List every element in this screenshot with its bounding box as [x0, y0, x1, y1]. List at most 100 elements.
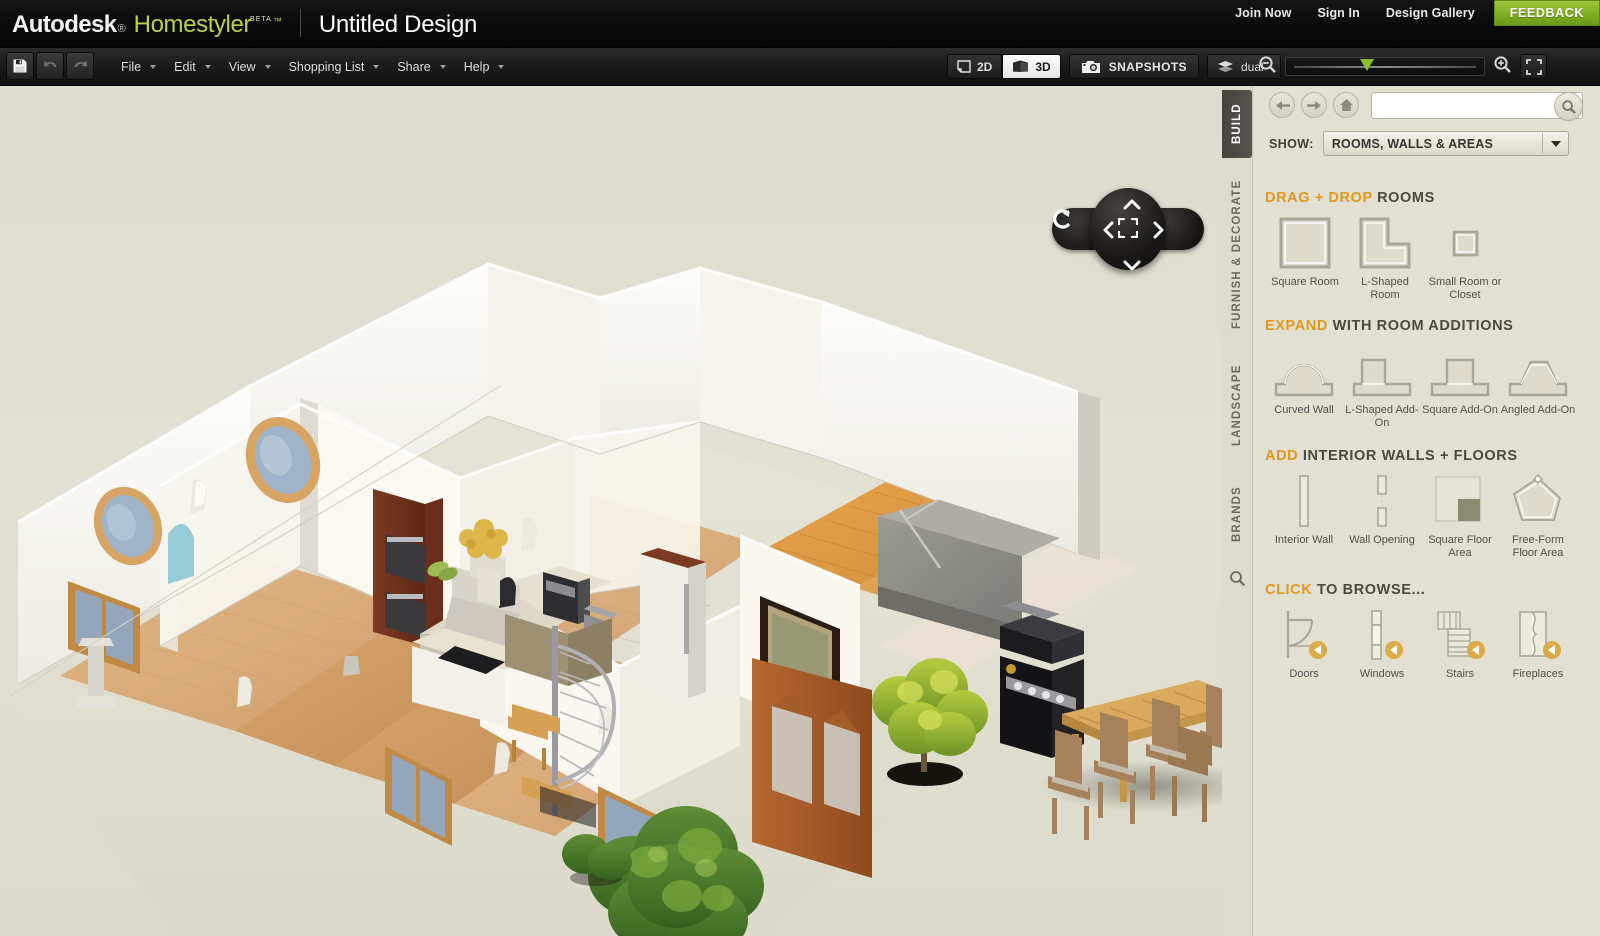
feedback-button[interactable]: FEEDBACK [1493, 0, 1600, 26]
document-title: Untitled Design [318, 11, 478, 38]
app-logo[interactable]: Autodesk ® Homestyler BETA ™ Untitled Desig… [12, 4, 477, 39]
catalog-search[interactable] [1371, 92, 1583, 121]
view-3d-button[interactable]: 3D [1002, 54, 1061, 79]
tool-interior-wall[interactable]: Interior Wall [1265, 474, 1343, 560]
tab-build-label: BUILD [1231, 103, 1243, 145]
search-input[interactable] [1378, 94, 1554, 117]
section-items: Curved Wall L-Shaped Add-On Square Add-O… [1265, 344, 1589, 430]
menu-shopping-list[interactable]: Shopping List [280, 54, 389, 80]
home-icon [1339, 99, 1353, 111]
section-items: Interior Wall Wall Opening Square Floor … [1265, 474, 1589, 560]
redo-button[interactable] [66, 52, 94, 80]
section-title-rest: WITH ROOM ADDITIONS [1332, 318, 1514, 334]
show-filter-row: SHOW: ROOMS, WALLS & AREAS [1269, 131, 1569, 156]
logo-beta-badge: BETA [250, 16, 272, 23]
view-navigation-compass[interactable] [1052, 188, 1204, 271]
search-submit-button[interactable] [1554, 92, 1583, 121]
l-shaped-addon-icon [1351, 344, 1413, 398]
show-filter-dropdown[interactable]: ROOMS, WALLS & AREAS [1322, 131, 1569, 156]
section-title-rest: TO BROWSE... [1316, 582, 1426, 598]
tool-caption: Small Room or Closet [1428, 276, 1502, 301]
tab-brands-label: BRANDS [1231, 486, 1243, 542]
tool-caption: Windows [1359, 668, 1405, 680]
panel-forward-button[interactable] [1301, 92, 1327, 118]
logo-divider [299, 9, 301, 37]
snapshots-button[interactable]: SNAPSHOTS [1068, 54, 1199, 79]
tool-caption: L-Shaped Add-On [1345, 404, 1419, 429]
design-gallery-link[interactable]: Design Gallery [1386, 6, 1475, 20]
tab-furnish-decorate-label: FURNISH & DECORATE [1231, 179, 1243, 329]
tool-caption: L-Shaped Room [1361, 276, 1409, 301]
tool-caption: Doors [1289, 668, 1319, 680]
section-items: Doors Windows Stairs Fireplaces [1265, 608, 1589, 681]
tab-landscape-label: LANDSCAPE [1231, 364, 1243, 446]
section-title-accent: ADD [1265, 448, 1299, 464]
design-canvas-3d[interactable] [0, 86, 1222, 936]
tool-angled-addon[interactable]: Angled Add-On [1499, 344, 1577, 430]
tool-l-shaped-addon[interactable]: L-Shaped Add-On [1343, 344, 1421, 430]
logo-trademark-mark: ™ [272, 16, 282, 26]
angled-addon-icon [1507, 344, 1569, 398]
floor-vase [237, 676, 252, 707]
panel-home-button[interactable] [1333, 92, 1359, 118]
snapshots-label: SNAPSHOTS [1108, 59, 1187, 74]
tool-curved-wall[interactable]: Curved Wall [1265, 344, 1343, 430]
menu-view[interactable]: View [220, 54, 280, 80]
arched-glass [168, 523, 194, 584]
square-room-icon [1278, 216, 1332, 270]
tool-caption: Curved Wall [1274, 404, 1334, 416]
pan-orb[interactable] [1090, 188, 1166, 271]
zoom-slider-thumb[interactable] [1360, 59, 1375, 71]
tool-stairs[interactable]: Stairs [1421, 608, 1499, 681]
menu-share[interactable]: Share [388, 54, 454, 80]
panel-back-button[interactable] [1269, 92, 1295, 118]
windows-icon [1354, 608, 1410, 662]
menu-edit[interactable]: Edit [165, 54, 220, 80]
tab-build[interactable]: BUILD [1222, 90, 1252, 158]
tab-search[interactable] [1222, 570, 1252, 587]
tool-l-shaped-room[interactable]: L-Shaped Room [1345, 216, 1425, 302]
section-title-accent: EXPAND [1265, 318, 1328, 334]
menu-file[interactable]: File [112, 54, 165, 80]
tool-doors[interactable]: Doors [1265, 608, 1343, 681]
free-form-floor-area-icon [1510, 474, 1566, 528]
brand-bar: Autodesk ® Homestyler BETA ™ Untitled Desig… [0, 0, 1600, 48]
view-2d-button[interactable]: 2D [947, 54, 1003, 79]
tab-brands[interactable]: BRANDS [1222, 472, 1252, 556]
tool-small-room[interactable]: Small Room or Closet [1425, 216, 1505, 302]
search-icon [1229, 571, 1245, 587]
save-button[interactable] [6, 52, 34, 80]
stairs-icon [1432, 608, 1488, 662]
tab-landscape[interactable]: LANDSCAPE [1222, 350, 1252, 460]
square-floor-area-icon [1433, 474, 1487, 528]
tool-wall-opening[interactable]: Wall Opening [1343, 474, 1421, 560]
tool-square-addon[interactable]: Square Add-On [1421, 344, 1499, 430]
tool-caption: Angled Add-On [1500, 404, 1576, 416]
tool-windows[interactable]: Windows [1343, 608, 1421, 681]
menu-share-label: Share [397, 60, 431, 74]
fullscreen-button[interactable] [1520, 54, 1547, 79]
pan-center-icon[interactable] [1118, 218, 1138, 238]
join-now-link[interactable]: Join Now [1235, 6, 1291, 20]
tool-caption: Stairs [1445, 668, 1475, 680]
arrow-right-icon [1306, 100, 1321, 110]
menu-help[interactable]: Help [455, 54, 514, 80]
section-interior-walls-floors: ADD INTERIOR WALLS + FLOORS Interior Wal… [1265, 448, 1589, 560]
zoom-slider[interactable] [1285, 57, 1485, 76]
undo-button[interactable] [36, 52, 64, 80]
logo-homestyler: Homestyler [133, 11, 252, 38]
tool-free-form-floor-area[interactable]: Free-Form Floor Area [1499, 474, 1577, 560]
tab-furnish-decorate[interactable]: FURNISH & DECORATE [1222, 170, 1252, 338]
tool-square-room[interactable]: Square Room [1265, 216, 1345, 302]
zoom-controls [1258, 54, 1547, 79]
zoom-in-icon[interactable] [1493, 55, 1512, 79]
tool-fireplaces[interactable]: Fireplaces [1499, 608, 1577, 681]
section-title-accent: DRAG + DROP [1265, 190, 1373, 206]
tool-square-floor-area[interactable]: Square Floor Area [1421, 474, 1499, 560]
l-shaped-room-icon [1358, 216, 1412, 270]
layers-icon [1217, 61, 1233, 72]
right-panel: BUILD FURNISH & DECORATE LANDSCAPE BRAND… [1222, 86, 1600, 936]
sign-in-link[interactable]: Sign In [1317, 6, 1359, 20]
logo-registered-mark: ® [117, 23, 126, 35]
zoom-out-icon[interactable] [1258, 55, 1277, 79]
